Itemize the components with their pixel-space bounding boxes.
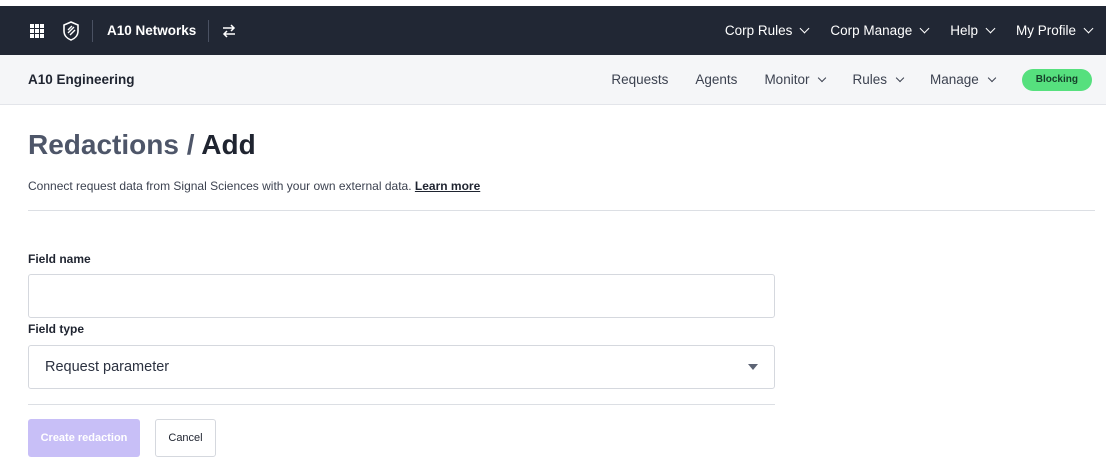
divider <box>92 19 93 42</box>
page-title: Redactions / Add <box>28 129 256 161</box>
breadcrumb-separator: / <box>178 129 202 160</box>
menu-label: My Profile <box>1015 23 1076 38</box>
menu-label: Help <box>950 23 978 38</box>
cancel-button[interactable]: Cancel <box>155 419 216 457</box>
nav-monitor[interactable]: Monitor <box>764 72 827 87</box>
breadcrumb-current: Add <box>201 129 256 160</box>
divider <box>208 19 210 42</box>
chevron-down-icon <box>895 73 905 82</box>
shield-logo-icon <box>63 20 79 41</box>
nav-rules[interactable]: Rules <box>852 72 905 87</box>
field-type-select[interactable]: Request parameter <box>28 345 775 389</box>
org-name: A10 Networks <box>107 23 197 38</box>
divider <box>28 404 775 405</box>
switch-arrows-icon[interactable] <box>221 23 237 39</box>
field-name-label: Field name <box>28 252 91 266</box>
top-navigation-bar: A10 Networks Corp Rules Corp Manage Help… <box>0 6 1106 55</box>
chevron-down-icon <box>987 73 997 82</box>
field-type-value: Request parameter <box>45 359 170 375</box>
description-text: Connect request data from Signal Science… <box>28 179 415 193</box>
nav-label: Rules <box>852 72 887 87</box>
chevron-down-icon <box>919 23 930 34</box>
nav-label: Manage <box>929 72 979 87</box>
corp-manage-menu[interactable]: Corp Manage <box>830 23 930 38</box>
status-badge: Blocking <box>1021 68 1092 91</box>
create-redaction-button[interactable]: Create redaction <box>28 419 140 457</box>
learn-more-link[interactable]: Learn more <box>415 179 480 193</box>
breadcrumb-parent[interactable]: Redactions <box>28 129 179 160</box>
apps-grid-icon[interactable] <box>30 23 44 38</box>
chevron-down-icon <box>985 23 996 34</box>
nav-agents[interactable]: Agents <box>695 72 737 87</box>
help-menu[interactable]: Help <box>950 23 996 38</box>
page-description: Connect request data from Signal Science… <box>28 179 480 193</box>
nav-label: Monitor <box>764 72 810 87</box>
site-navigation-bar: A10 Engineering Requests Agents Monitor … <box>0 55 1106 105</box>
chevron-down-icon <box>818 73 827 82</box>
chevron-down-icon <box>1083 23 1094 34</box>
menu-label: Corp Manage <box>830 23 913 38</box>
caret-down-icon <box>748 364 758 370</box>
menu-label: Corp Rules <box>724 23 793 38</box>
nav-requests[interactable]: Requests <box>611 72 668 87</box>
chevron-down-icon <box>799 23 810 34</box>
divider <box>28 210 1095 211</box>
field-name-input[interactable] <box>28 274 775 318</box>
field-type-label: Field type <box>28 322 85 336</box>
my-profile-menu[interactable]: My Profile <box>1015 23 1094 38</box>
corp-rules-menu[interactable]: Corp Rules <box>724 23 810 38</box>
nav-manage[interactable]: Manage <box>929 72 997 87</box>
site-name: A10 Engineering <box>28 72 135 87</box>
